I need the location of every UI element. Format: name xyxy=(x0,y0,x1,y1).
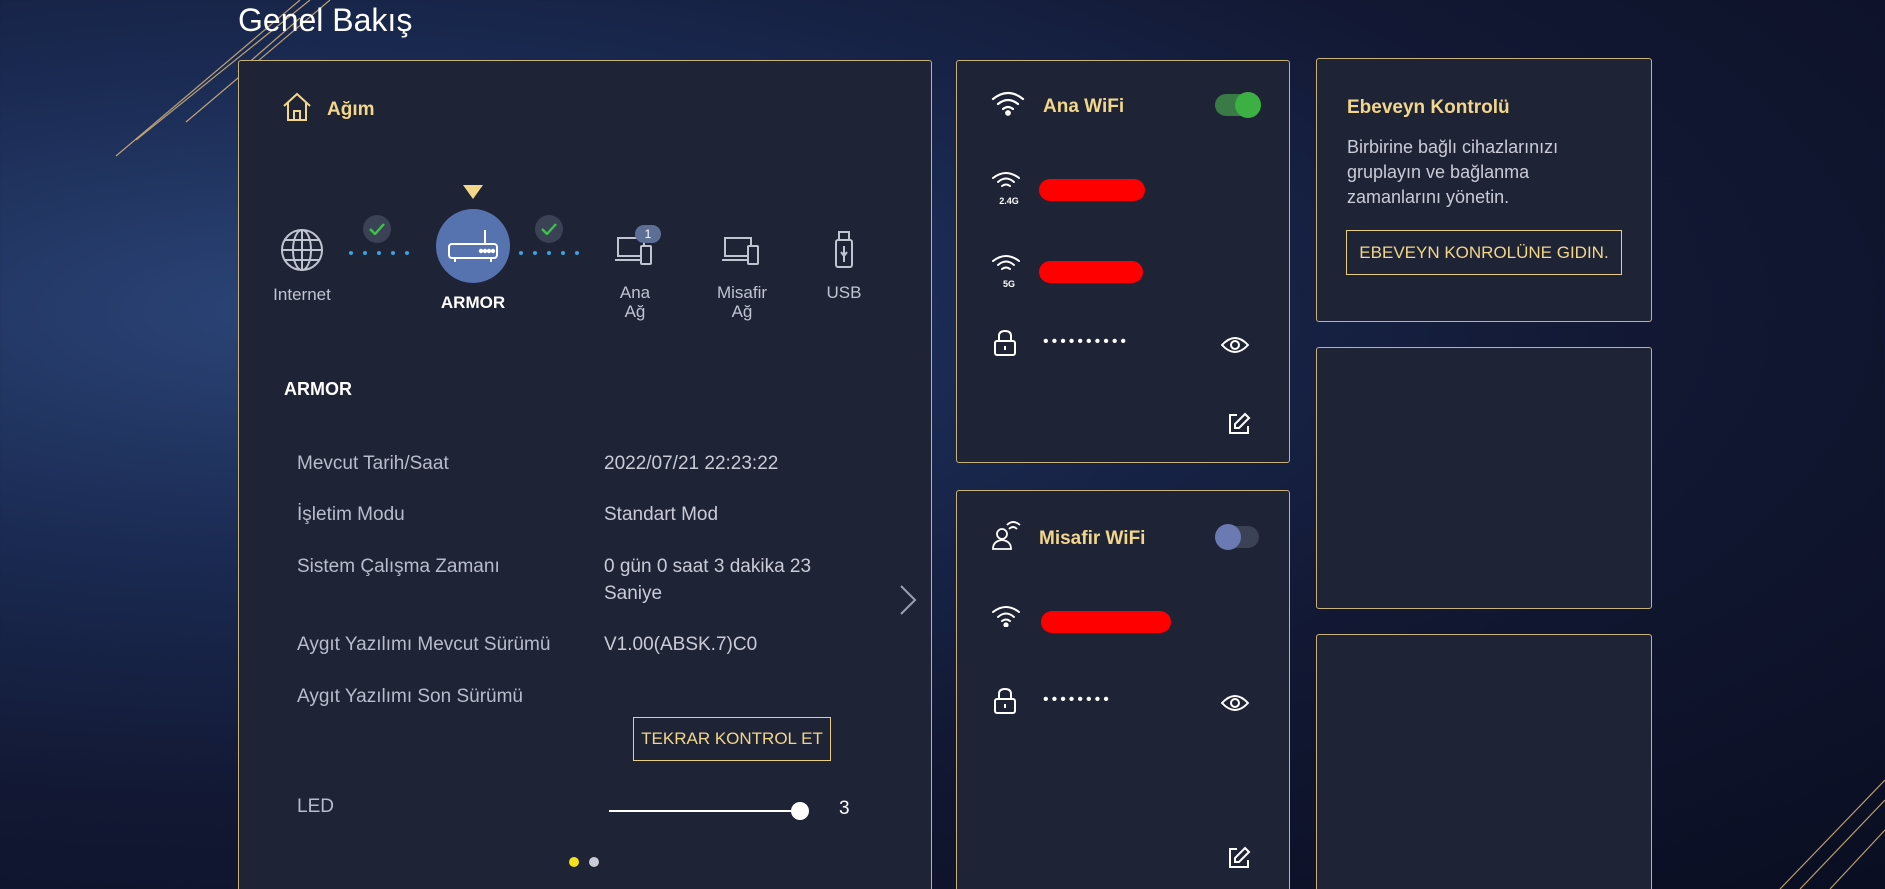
node-label-usb: USB xyxy=(826,283,862,302)
node-label-guest-network-line1: Misafir xyxy=(716,283,768,302)
info-value-uptime: 0 gün 0 saat 3 dakika 23 Saniye xyxy=(604,556,812,604)
parental-control-card: Ebeveyn Kontrolü Birbirine bağlı cihazla… xyxy=(1316,58,1652,322)
redacted-guest-ssid xyxy=(1041,611,1171,633)
connection-dots xyxy=(349,251,409,255)
pager-dot[interactable] xyxy=(589,857,599,867)
info-label-firmware-current: Aygıt Yazılımı Mevcut Sürümü xyxy=(297,634,551,655)
go-to-parental-control-button[interactable]: EBEVEYN KONROLÜNE GIDIN. xyxy=(1346,230,1622,275)
chevron-right-icon[interactable] xyxy=(899,584,917,621)
wifi-5g-icon: 5G xyxy=(991,254,1027,289)
topology-node-main-network[interactable]: 1 Ana Ağ xyxy=(605,225,665,321)
info-label-firmware-latest: Aygıt Yazılımı Son Sürümü xyxy=(297,686,523,707)
info-label-uptime: Sistem Çalışma Zamanı xyxy=(297,556,500,577)
router-icon xyxy=(436,209,510,283)
edit-icon[interactable] xyxy=(1227,846,1251,875)
redacted-ssid-24g xyxy=(1039,179,1145,201)
check-icon xyxy=(535,215,563,243)
network-title: Ağım xyxy=(327,98,375,120)
pager-dot-active[interactable] xyxy=(569,857,579,867)
node-label-guest-network-line2: Ağ xyxy=(731,302,753,321)
selected-indicator-icon xyxy=(463,185,483,199)
info-label-datetime: Mevcut Tarih/Saat xyxy=(297,453,449,474)
lock-icon xyxy=(993,329,1017,362)
band-label-24g: 2.4G xyxy=(999,196,1019,206)
parental-control-title: Ebeveyn Kontrolü xyxy=(1347,97,1510,118)
guest-user-icon xyxy=(991,521,1021,556)
eye-icon[interactable] xyxy=(1220,693,1250,718)
main-wifi-password: •••••••••• xyxy=(1043,333,1130,350)
guest-wifi-password: •••••••• xyxy=(1043,691,1112,708)
devices-icon xyxy=(709,225,775,275)
led-slider-track[interactable] xyxy=(609,810,805,812)
led-slider-value: 3 xyxy=(839,798,850,819)
globe-icon xyxy=(263,225,341,275)
connection-dots xyxy=(519,251,579,255)
check-icon xyxy=(363,215,391,243)
wifi-icon xyxy=(991,605,1021,632)
network-card: Ağım Internet ARMOR 1 Ana Ağ Misafir Ağ … xyxy=(238,60,932,889)
usb-icon xyxy=(819,225,869,275)
lock-icon xyxy=(993,687,1017,720)
info-label-operation-mode: İşletim Modu xyxy=(297,504,405,525)
device-title: ARMOR xyxy=(284,379,352,399)
node-label-router: ARMOR xyxy=(440,293,506,312)
info-value-datetime: 2022/07/21 22:23:22 xyxy=(604,453,779,474)
wifi-icon xyxy=(991,91,1025,122)
band-label-5g: 5G xyxy=(1002,279,1015,289)
wifi-24g-icon: 2.4G xyxy=(991,171,1027,206)
led-slider-thumb[interactable] xyxy=(791,802,809,820)
carousel-pager xyxy=(569,857,599,867)
device-count-badge: 1 xyxy=(635,225,661,243)
guest-wifi-card: Misafir WiFi •••••••• xyxy=(956,490,1290,889)
page-title: Genel Bakış xyxy=(238,2,413,38)
node-label-main-network-line1: Ana xyxy=(619,283,651,302)
topology-node-router[interactable]: ARMOR xyxy=(436,185,510,313)
node-label-main-network-line2: Ağ xyxy=(624,302,646,321)
parental-control-description: Birbirine bağlı cihazlarınızı gruplayın … xyxy=(1347,137,1559,207)
home-icon xyxy=(281,91,313,128)
info-value-operation-mode: Standart Mod xyxy=(604,504,719,525)
eye-icon[interactable] xyxy=(1220,335,1250,360)
guest-wifi-title: Misafir WiFi xyxy=(1039,527,1146,549)
redacted-ssid-5g xyxy=(1039,261,1143,283)
main-wifi-title: Ana WiFi xyxy=(1043,95,1125,117)
info-value-firmware-current: V1.00(ABSK.7)C0 xyxy=(604,634,758,655)
led-label: LED xyxy=(297,796,334,817)
main-wifi-card: Ana WiFi 2.4G 5G •••••••••• xyxy=(956,60,1290,463)
empty-card xyxy=(1316,634,1652,889)
main-wifi-toggle[interactable] xyxy=(1215,92,1261,118)
edit-icon[interactable] xyxy=(1227,412,1251,441)
topology-node-usb[interactable]: USB xyxy=(819,225,869,303)
guest-wifi-header: Misafir WiFi xyxy=(991,521,1145,556)
guest-wifi-toggle[interactable] xyxy=(1215,524,1259,550)
main-wifi-header: Ana WiFi xyxy=(991,91,1124,122)
empty-card xyxy=(1316,347,1652,609)
topology-node-internet[interactable]: Internet xyxy=(263,225,341,305)
node-label-internet: Internet xyxy=(273,285,331,304)
recheck-firmware-button[interactable]: TEKRAR KONTROL ET xyxy=(633,717,831,761)
network-header: Ağım xyxy=(281,91,375,128)
topology-node-guest-network[interactable]: Misafir Ağ xyxy=(709,225,775,321)
